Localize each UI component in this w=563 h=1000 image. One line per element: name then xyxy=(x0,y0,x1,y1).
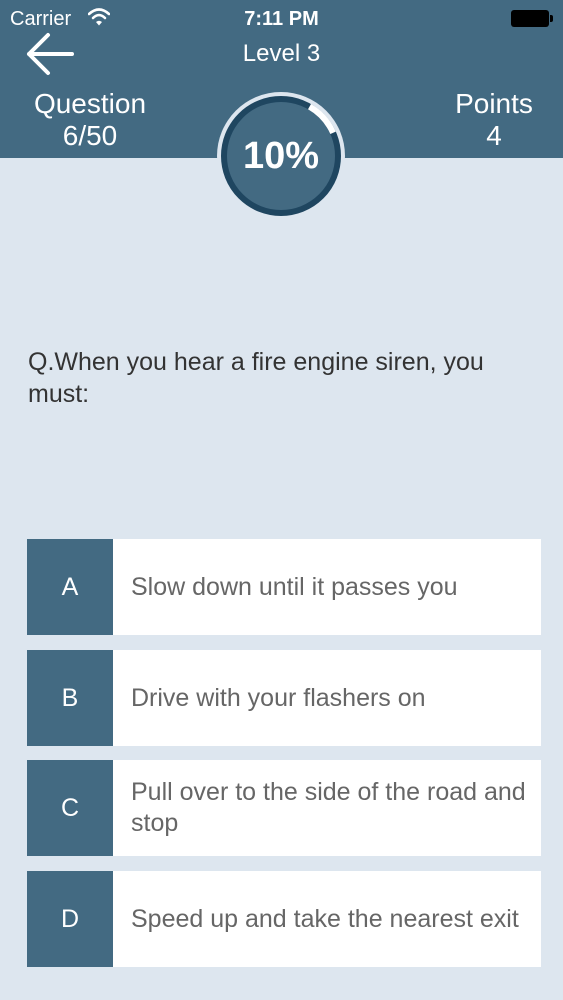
answer-letter: C xyxy=(27,760,113,856)
status-time: 7:11 PM xyxy=(244,8,319,30)
question-counter: 6/50 xyxy=(62,120,118,151)
question-text: Q.When you hear a fire engine siren, you… xyxy=(28,348,484,408)
answer-text: Slow down until it passes you xyxy=(131,572,458,601)
answer-option-d[interactable]: D Speed up and take the nearest exit xyxy=(27,871,541,967)
answer-option-c[interactable]: C Pull over to the side of the road and … xyxy=(27,760,541,856)
points-label: Points xyxy=(455,88,533,119)
progress-percent: 10% xyxy=(242,135,320,177)
status-bar: Carrier 7:11 PM xyxy=(0,0,563,38)
battery-icon xyxy=(511,10,553,27)
answer-text: Pull over to the side of the road and st… xyxy=(131,778,526,837)
answer-text: Speed up and take the nearest exit xyxy=(131,904,519,933)
answer-option-a[interactable]: A Slow down until it passes you xyxy=(27,539,541,635)
answer-letter: B xyxy=(27,650,113,746)
answer-letter: A xyxy=(27,539,113,635)
question-label: Question xyxy=(33,88,147,119)
answer-option-b[interactable]: B Drive with your flashers on xyxy=(27,650,541,746)
answer-text: Drive with your flashers on xyxy=(131,683,426,712)
answer-letter: D xyxy=(27,871,113,967)
level-title: Level 3 xyxy=(242,40,321,67)
points-value: 4 xyxy=(486,120,502,151)
